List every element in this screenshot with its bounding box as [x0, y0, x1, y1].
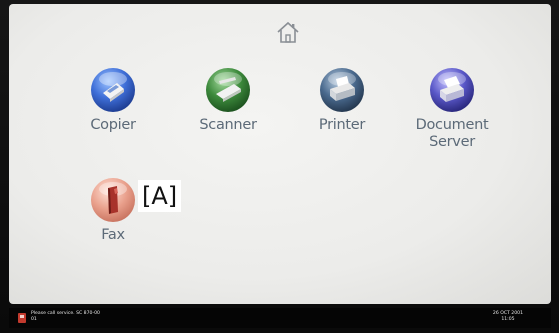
status-message-line2: 01: [31, 317, 37, 322]
printer-button[interactable]: Printer: [287, 67, 397, 134]
copier-label: Copier: [90, 117, 136, 133]
status-datetime: 26 OCT 2001 11:05: [493, 311, 523, 323]
document-server-button[interactable]: Document Server: [397, 67, 507, 151]
fax-label: Fax: [101, 227, 125, 243]
printer-label: Printer: [318, 117, 366, 133]
copier-button[interactable]: Copier: [58, 67, 168, 134]
status-message[interactable]: Please call service. SC 870-00 01: [31, 311, 100, 323]
status-time: 11:05: [501, 317, 515, 322]
status-message-line1: Please call service. SC 870-00: [31, 311, 100, 316]
document-server-label: Document Server: [415, 117, 489, 150]
touch-screen: Copier Scanner Printer Document Server F…: [9, 4, 551, 304]
copier-icon: [90, 67, 136, 113]
callout-label: [A]: [138, 180, 182, 212]
status-bar: Please call service. SC 870-00 01 26 OCT…: [9, 308, 551, 328]
document-server-icon: [429, 67, 475, 113]
service-call-icon[interactable]: [17, 312, 27, 324]
home-icon[interactable]: [275, 20, 301, 46]
fax-icon: [90, 177, 136, 223]
printer-icon: [319, 67, 365, 113]
scanner-icon: [205, 67, 251, 113]
scanner-button[interactable]: Scanner: [173, 67, 283, 134]
scanner-label: Scanner: [199, 117, 257, 133]
